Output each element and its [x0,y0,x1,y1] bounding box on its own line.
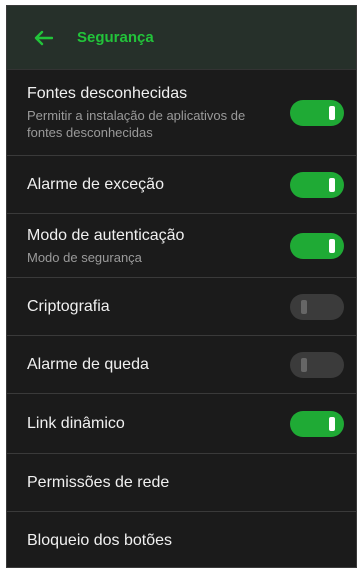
setting-label: Alarme de queda [27,355,149,373]
setting-fall-alarm[interactable]: Alarme de queda [7,336,356,394]
setting-label: Bloqueio dos botões [27,532,172,549]
unknown-sources-toggle[interactable] [290,99,344,126]
setting-label: Link dinâmico [27,414,125,432]
setting-text: Alarme de queda [27,355,290,375]
setting-unknown-sources[interactable]: Fontes desconhecidas Permitir a instalaç… [7,70,356,156]
toggle-knob [329,238,335,253]
setting-label: Alarme de exceção [27,175,164,193]
setting-label: Criptografia [27,297,110,315]
setting-label: Fontes desconhecidas [27,85,188,102]
setting-text: Permissões de rede [27,473,344,493]
setting-text: Link dinâmico [27,414,290,434]
setting-network-permissions[interactable]: Permissões de rede [7,454,356,512]
setting-text: Modo de autenticação Modo de segurança [27,226,290,266]
dynamic-link-toggle[interactable] [290,410,344,437]
setting-dynamic-link[interactable]: Link dinâmico [7,394,356,454]
setting-auth-mode[interactable]: Modo de autenticação Modo de segurança [7,214,356,278]
setting-description: Modo de segurança [27,249,142,265]
settings-screen: Segurança Fontes desconhecidas Permitir … [6,5,357,568]
exception-alarm-toggle[interactable] [290,171,344,198]
toggle-knob [301,299,307,314]
auth-mode-toggle[interactable] [290,232,344,259]
toggle-knob [301,357,307,372]
setting-encryption[interactable]: Criptografia [7,278,356,336]
fall-alarm-toggle[interactable] [290,351,344,378]
setting-description: Permitir a instalação de aplicativos de … [27,108,246,140]
setting-text: Criptografia [27,297,290,317]
setting-label: Permissões de rede [27,473,170,491]
toggle-knob [329,177,335,192]
app-bar: Segurança [7,6,356,70]
setting-text: Alarme de exceção [27,175,290,195]
setting-text: Bloqueio dos botões [27,531,344,551]
setting-label: Modo de autenticação [27,226,185,244]
encryption-toggle[interactable] [290,293,344,320]
toggle-knob [329,105,335,120]
page-title: Segurança [77,29,154,46]
arrow-left-icon [34,30,53,45]
back-button[interactable] [27,22,59,54]
setting-exception-alarm[interactable]: Alarme de exceção [7,156,356,214]
setting-text: Fontes desconhecidas Permitir a instalaç… [27,84,290,141]
toggle-knob [329,416,335,431]
setting-button-lock[interactable]: Bloqueio dos botões [7,512,356,567]
